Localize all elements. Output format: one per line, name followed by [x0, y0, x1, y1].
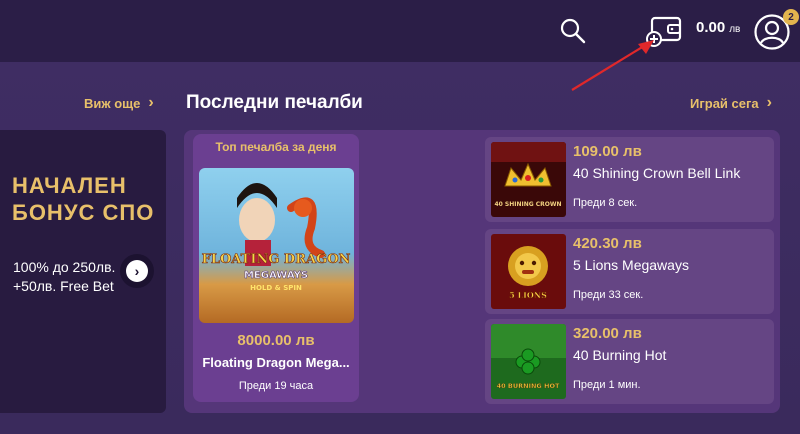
promo-title-line1: НАЧАЛЕН: [12, 173, 127, 198]
recent-win-row[interactable]: 40 BURNING HOT 320.00 лв 40 Burning Hot …: [485, 319, 774, 404]
thumb-tag-text: HOLD & SPIN: [250, 284, 302, 292]
wallet-deposit-button[interactable]: [644, 14, 684, 48]
search-button[interactable]: [556, 14, 590, 48]
top-win-game-thumbnail[interactable]: FLOATING DRAGON MEGAWAYS HOLD & SPIN: [199, 168, 354, 323]
promo-next-button[interactable]: ›: [120, 254, 154, 288]
five-lions-artwork: 5 LIONS: [491, 234, 566, 309]
play-now-label: Играй сега: [690, 95, 759, 111]
search-icon: [560, 18, 586, 44]
balance-amount: 0.00: [696, 19, 726, 36]
thumb-title-text: FLOATING DRAGON: [202, 252, 351, 267]
burning-hot-artwork: 40 BURNING HOT: [491, 324, 566, 399]
chevron-right-icon: ›: [126, 260, 148, 282]
win-amount: 320.00 лв: [573, 325, 642, 342]
promo-subtitle-line2: +50лв. Free Bet: [13, 278, 114, 294]
chevron-right-icon: ›: [766, 94, 772, 111]
promo-subtitle-line1: 100% до 250лв.: [13, 259, 116, 275]
win-time: Преди 8 сек.: [573, 197, 638, 209]
win-game-name: 5 Lions Megaways: [573, 257, 689, 273]
win-time: Преди 33 сек.: [573, 289, 644, 301]
win-game-name: 40 Shining Crown Bell Link: [573, 165, 741, 181]
win-amount: 420.30 лв: [573, 235, 642, 252]
thumb-text: 5 LIONS: [509, 290, 547, 300]
game-thumbnail: 40 SHINING CROWN: [491, 142, 566, 217]
promo-title-line2: БОНУС СПО: [12, 200, 155, 225]
play-now-link[interactable]: Играй сега ›: [690, 95, 772, 111]
top-win-game-name: Floating Dragon Mega...: [202, 355, 350, 370]
game-thumbnail: 40 BURNING HOT: [491, 324, 566, 399]
promo-title: НАЧАЛЕН БОНУС СПО: [12, 172, 166, 226]
section-title: Последни печалби: [186, 92, 363, 113]
wallet-plus-icon: [646, 16, 682, 47]
chevron-right-icon: ›: [148, 94, 154, 111]
top-win-time: Преди 19 часа: [238, 380, 314, 392]
shining-crown-artwork: 40 SHINING CROWN: [491, 142, 566, 217]
win-time: Преди 1 мин.: [573, 379, 641, 391]
top-win-label: Топ печалба за деня: [215, 140, 337, 154]
thumb-text: 40 SHINING CROWN: [494, 201, 561, 208]
balance-display[interactable]: 0.00 лв: [696, 19, 740, 41]
see-more-link[interactable]: Виж още ›: [84, 95, 154, 111]
recent-win-row[interactable]: 40 SHINING CROWN 109.00 лв 40 Shining Cr…: [485, 137, 774, 222]
thumb-subtitle-text: MEGAWAYS: [244, 270, 308, 281]
game-thumbnail: 5 LIONS: [491, 234, 566, 309]
recent-win-row[interactable]: 5 LIONS 420.30 лв 5 Lions Megaways Преди…: [485, 229, 774, 314]
floating-dragon-artwork: FLOATING DRAGON MEGAWAYS HOLD & SPIN: [199, 168, 354, 323]
top-win-amount: 8000.00 лв: [237, 332, 315, 349]
win-amount: 109.00 лв: [573, 143, 642, 160]
see-more-label: Виж още: [84, 95, 141, 111]
thumb-text: 40 BURNING HOT: [497, 382, 560, 390]
notification-badge: 2: [783, 9, 799, 25]
promo-subtitle: 100% до 250лв. +50лв. Free Bet: [13, 258, 115, 296]
win-game-name: 40 Burning Hot: [573, 347, 667, 363]
balance-currency: лв: [729, 24, 741, 35]
